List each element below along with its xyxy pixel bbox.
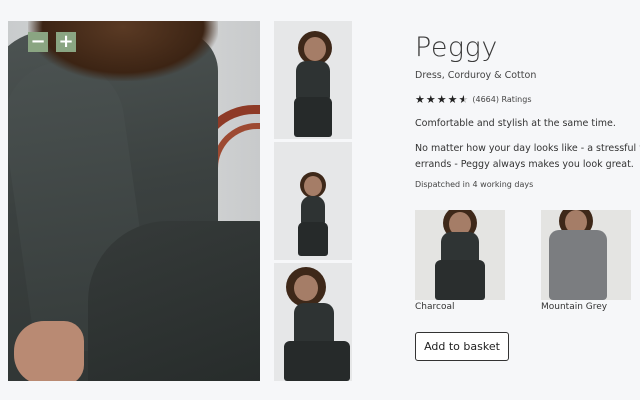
star-icon: ★ xyxy=(447,93,458,106)
variant-label-charcoal: Charcoal xyxy=(415,302,455,312)
product-description: No matter how your day looks like - a st… xyxy=(415,141,640,173)
half-star-icon: ★ xyxy=(458,93,469,106)
zoom-out-button[interactable]: − xyxy=(28,32,48,52)
main-product-image[interactable] xyxy=(8,21,260,381)
variant-label-mountain-grey: Mountain Grey xyxy=(541,302,608,312)
product-tagline: Comfortable and stylish at the same time… xyxy=(415,118,616,129)
zoom-in-button[interactable]: + xyxy=(56,32,76,52)
product-rating: ★ ★ ★ ★ ★ (4664) Ratings xyxy=(415,94,531,105)
variant-charcoal[interactable] xyxy=(415,210,505,300)
product-title: Peggy xyxy=(415,32,498,63)
thumbnail-1[interactable] xyxy=(274,21,352,139)
star-icon: ★ xyxy=(436,93,447,106)
model-hand xyxy=(14,321,84,381)
star-icon: ★ xyxy=(415,93,425,106)
thumbnail-2[interactable] xyxy=(274,142,352,260)
rating-stars: ★ ★ ★ ★ ★ xyxy=(415,94,469,105)
variant-mountain-grey[interactable] xyxy=(541,210,631,300)
description-line: errands - Peggy always makes you look gr… xyxy=(415,159,634,170)
product-subtitle: Dress, Corduroy & Cotton xyxy=(415,70,537,81)
add-to-basket-button[interactable]: Add to basket xyxy=(415,332,509,361)
dress-skirt xyxy=(88,221,260,381)
star-icon: ★ xyxy=(425,93,436,106)
thumbnail-3[interactable] xyxy=(274,263,352,381)
dispatch-info: Dispatched in 4 working days xyxy=(415,180,534,189)
description-line: No matter how your day looks like - a st… xyxy=(415,143,640,154)
rating-count: (4664) Ratings xyxy=(472,95,532,104)
